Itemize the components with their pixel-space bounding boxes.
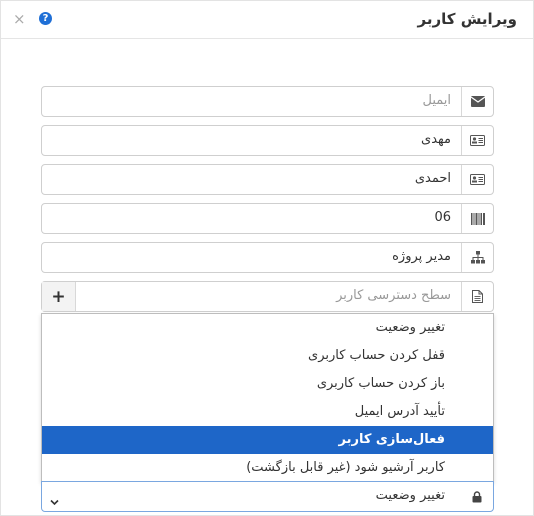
access-level-placeholder: سطح دسترسی کاربر [336,288,451,303]
status-option[interactable]: قفل کردن حساب کاربری [42,342,493,370]
chevron-down-icon[interactable] [50,491,59,510]
dialog-header: ویرایش کاربر × ? [1,1,533,39]
barcode-icon [461,204,493,233]
status-select[interactable]: تغییر وضعیت [41,481,494,512]
first-name-value: مهدی [421,132,451,147]
last-name-field[interactable]: احمدی [41,164,494,195]
sitemap-icon [461,243,493,272]
code-value: 06 [434,210,451,225]
role-field[interactable]: مدیر پروژه [41,242,494,273]
edit-user-dialog: ویرایش کاربر × ? ایمیل مهدی احمدی 06 مدی… [0,0,534,516]
document-icon [461,282,493,311]
help-icon[interactable]: ? [39,12,52,25]
status-option[interactable]: باز کردن حساب کاربری [42,370,493,398]
lock-icon [461,482,493,511]
status-option[interactable]: تغییر وضعیت [42,314,493,342]
status-option[interactable]: تأیید آدرس ایمیل [42,398,493,426]
add-access-button[interactable]: + [42,282,76,311]
dialog-title: ویرایش کاربر [417,10,517,28]
id-card-icon [461,165,493,194]
envelope-icon [461,87,493,116]
status-dropdown-list: تغییر وضعیت قفل کردن حساب کاربری باز کرد… [41,313,494,482]
close-icon[interactable]: × [13,10,26,28]
first-name-field[interactable]: مهدی [41,125,494,156]
email-placeholder: ایمیل [422,93,451,108]
id-card-icon [461,126,493,155]
access-level-field[interactable]: + سطح دسترسی کاربر [41,281,494,312]
code-field[interactable]: 06 [41,203,494,234]
status-option[interactable]: کاربر آرشیو شود (غیر قابل بازگشت) [42,454,493,482]
last-name-value: احمدی [414,171,451,186]
role-value: مدیر پروژه [392,249,451,264]
status-select-value: تغییر وضعیت [375,488,445,503]
status-option-highlighted[interactable]: فعال‌سازی کاربر [42,426,493,454]
email-field[interactable]: ایمیل [41,86,494,117]
